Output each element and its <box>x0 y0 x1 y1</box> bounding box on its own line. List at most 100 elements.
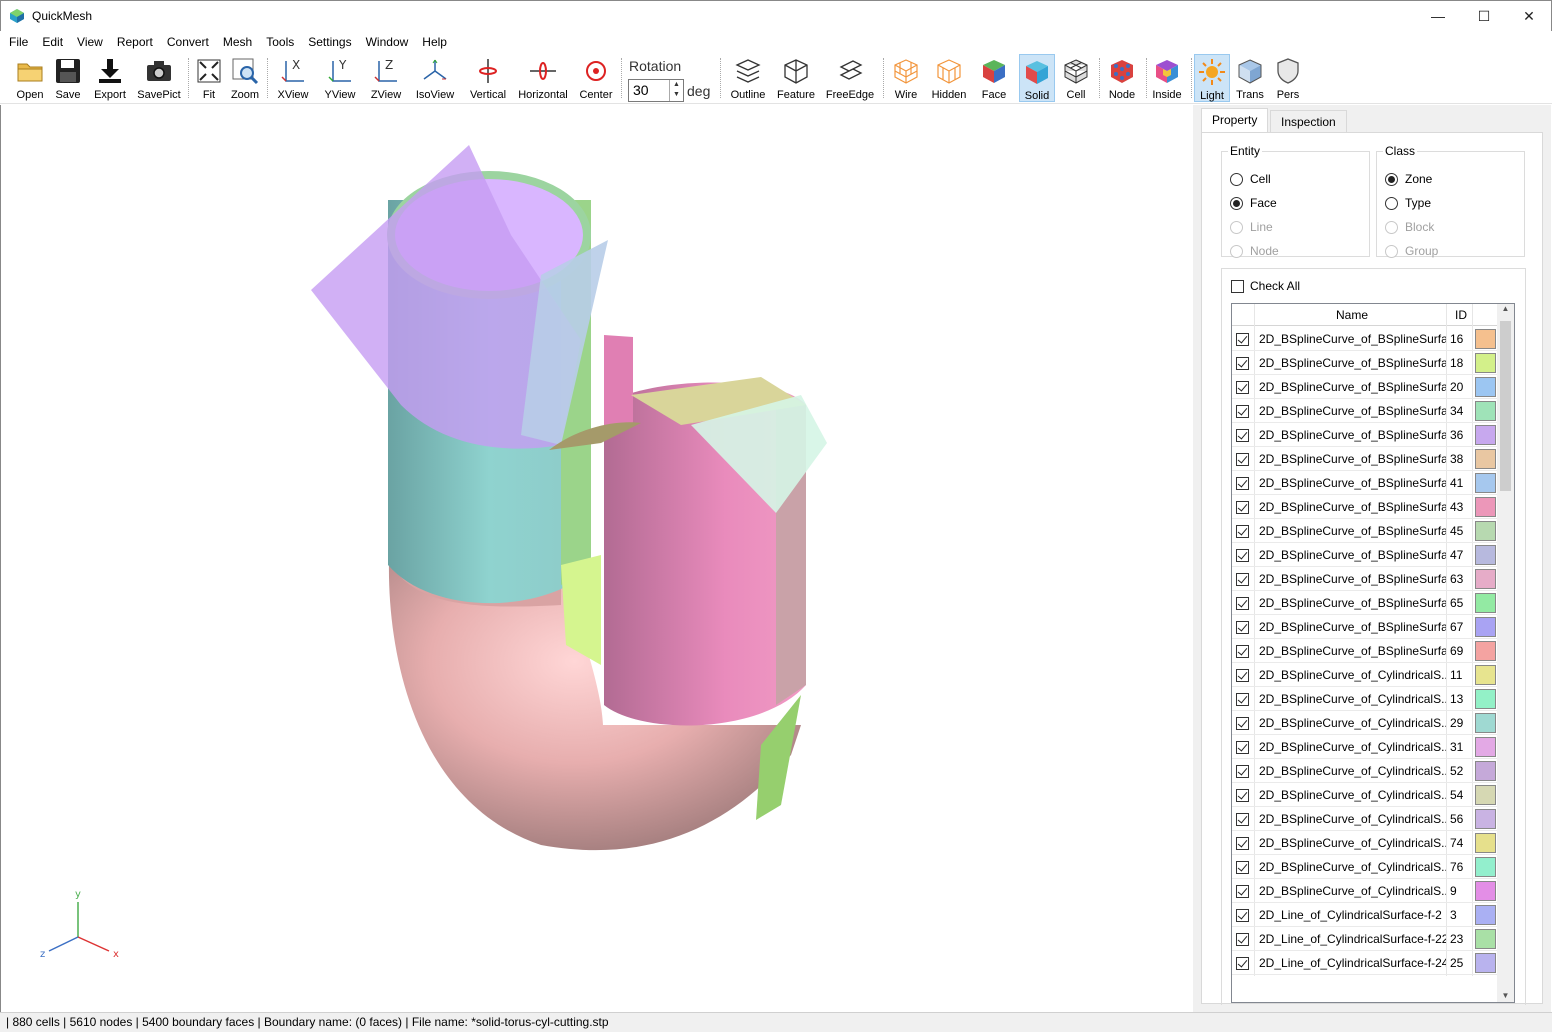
table-row[interactable]: 2D_BSplineCurve_of_CylindricalS... 56 <box>1232 807 1498 831</box>
table-row[interactable]: 2D_BSplineCurve_of_BSplineSurfa... 69 <box>1232 639 1498 663</box>
column-id-header[interactable]: ID <box>1455 308 1467 322</box>
table-row[interactable]: 2D_BSplineCurve_of_BSplineSurfa... 41 <box>1232 471 1498 495</box>
row-color-swatch[interactable] <box>1475 449 1496 469</box>
rotation-input[interactable]: 30 ▲ ▼ <box>628 79 684 102</box>
savepict-button[interactable]: SavePict <box>136 54 182 102</box>
row-color-swatch[interactable] <box>1475 617 1496 637</box>
row-checkbox[interactable] <box>1236 669 1249 682</box>
row-checkbox[interactable] <box>1236 453 1249 466</box>
row-color-swatch[interactable] <box>1475 713 1496 733</box>
row-color-swatch[interactable] <box>1475 497 1496 517</box>
radio-button[interactable] <box>1230 196 1243 210</box>
row-color-swatch[interactable] <box>1475 953 1496 973</box>
table-row[interactable]: 2D_Line_of_CylindricalSurface-f-24 25 <box>1232 951 1498 975</box>
row-color-swatch[interactable] <box>1475 545 1496 565</box>
table-row[interactable]: 2D_BSplineCurve_of_BSplineSurfa... 45 <box>1232 519 1498 543</box>
outline-button[interactable]: Outline <box>728 54 768 102</box>
row-color-swatch[interactable] <box>1475 833 1496 853</box>
row-checkbox[interactable] <box>1236 885 1249 898</box>
scroll-down-icon[interactable]: ▼ <box>1497 991 1514 1000</box>
row-checkbox[interactable] <box>1236 621 1249 634</box>
row-checkbox[interactable] <box>1236 957 1249 970</box>
yview-button[interactable]: Y YView <box>321 54 359 102</box>
row-checkbox[interactable] <box>1236 381 1249 394</box>
row-checkbox[interactable] <box>1236 909 1249 922</box>
hidden-button[interactable]: Hidden <box>929 54 969 102</box>
row-color-swatch[interactable] <box>1475 569 1496 589</box>
menu-settings[interactable]: Settings <box>301 32 358 52</box>
horizontal-button[interactable]: Horizontal <box>515 54 571 102</box>
solid-button[interactable]: Solid <box>1019 54 1055 102</box>
scroll-up-icon[interactable]: ▲ <box>1497 304 1514 318</box>
wire-button[interactable]: Wire <box>889 54 923 102</box>
row-checkbox[interactable] <box>1236 861 1249 874</box>
maximize-button[interactable]: ☐ <box>1461 1 1507 31</box>
close-button[interactable]: ✕ <box>1506 1 1552 31</box>
table-row[interactable]: 2D_Line_of_CylindricalSurface-f-2 3 <box>1232 903 1498 927</box>
menu-view[interactable]: View <box>70 32 110 52</box>
row-checkbox[interactable] <box>1236 837 1249 850</box>
table-row[interactable]: 2D_BSplineCurve_of_BSplineSurfa... 63 <box>1232 567 1498 591</box>
zview-button[interactable]: Z ZView <box>367 54 405 102</box>
row-checkbox[interactable] <box>1236 789 1249 802</box>
node-button[interactable]: Node <box>1104 54 1140 102</box>
entity-radio-cell[interactable]: Cell <box>1230 172 1271 186</box>
row-checkbox[interactable] <box>1236 597 1249 610</box>
table-row[interactable]: 2D_BSplineCurve_of_BSplineSurfa... 16 <box>1232 327 1498 351</box>
row-color-swatch[interactable] <box>1475 665 1496 685</box>
trans-button[interactable]: Trans <box>1234 54 1266 102</box>
row-checkbox[interactable] <box>1236 741 1249 754</box>
row-checkbox[interactable] <box>1236 813 1249 826</box>
table-row[interactable]: 2D_BSplineCurve_of_CylindricalS... 52 <box>1232 759 1498 783</box>
tab-property[interactable]: Property <box>1201 108 1269 133</box>
table-row[interactable]: 2D_BSplineCurve_of_CylindricalS... 9 <box>1232 879 1498 903</box>
vertical-button[interactable]: Vertical <box>466 54 510 102</box>
row-color-swatch[interactable] <box>1475 929 1496 949</box>
3d-viewport[interactable]: y x z <box>0 105 1192 1012</box>
table-row[interactable]: 2D_BSplineCurve_of_CylindricalS... 11 <box>1232 663 1498 687</box>
radio-button[interactable] <box>1230 172 1243 186</box>
row-checkbox[interactable] <box>1236 693 1249 706</box>
row-color-swatch[interactable] <box>1475 641 1496 661</box>
table-row[interactable]: 2D_BSplineCurve_of_BSplineSurfa... 18 <box>1232 351 1498 375</box>
menu-convert[interactable]: Convert <box>160 32 216 52</box>
row-color-swatch[interactable] <box>1475 353 1496 373</box>
zoom-button[interactable]: Zoom <box>229 54 261 102</box>
class-radio-type[interactable]: Type <box>1385 196 1431 210</box>
row-checkbox[interactable] <box>1236 429 1249 442</box>
row-checkbox[interactable] <box>1236 573 1249 586</box>
table-row[interactable]: 2D_BSplineCurve_of_BSplineSurfa... 65 <box>1232 591 1498 615</box>
row-checkbox[interactable] <box>1236 717 1249 730</box>
column-name-header[interactable]: Name <box>1336 308 1368 322</box>
row-color-swatch[interactable] <box>1475 809 1496 829</box>
row-checkbox[interactable] <box>1236 765 1249 778</box>
row-color-swatch[interactable] <box>1475 593 1496 613</box>
table-row[interactable]: 2D_BSplineCurve_of_BSplineSurfa... 47 <box>1232 543 1498 567</box>
scrollbar-thumb[interactable] <box>1500 321 1511 491</box>
xview-button[interactable]: X XView <box>274 54 312 102</box>
feature-button[interactable]: Feature <box>774 54 818 102</box>
class-radio-zone[interactable]: Zone <box>1385 172 1432 186</box>
row-color-swatch[interactable] <box>1475 329 1496 349</box>
radio-button[interactable] <box>1385 196 1398 210</box>
light-button[interactable]: Light <box>1194 54 1230 102</box>
check-all-checkbox[interactable]: Check All <box>1231 279 1300 293</box>
row-color-swatch[interactable] <box>1475 689 1496 709</box>
table-row[interactable]: 2D_BSplineCurve_of_BSplineSurfa... 20 <box>1232 375 1498 399</box>
check-all-box[interactable] <box>1231 279 1244 293</box>
table-row[interactable]: 2D_BSplineCurve_of_CylindricalS... 76 <box>1232 855 1498 879</box>
isoview-button[interactable]: IsoView <box>413 54 457 102</box>
save-button[interactable]: Save <box>50 54 86 102</box>
rotation-spinner[interactable]: ▲ ▼ <box>669 80 683 101</box>
row-color-swatch[interactable] <box>1475 881 1496 901</box>
vertical-scrollbar[interactable]: ▲ ▼ <box>1497 304 1514 1002</box>
row-color-swatch[interactable] <box>1475 737 1496 757</box>
table-row[interactable]: 2D_Line_of_CylindricalSurface-f-22 23 <box>1232 927 1498 951</box>
menu-report[interactable]: Report <box>110 32 160 52</box>
table-row[interactable]: 2D_BSplineCurve_of_BSplineSurfa... 36 <box>1232 423 1498 447</box>
menu-tools[interactable]: Tools <box>259 32 301 52</box>
mesh-render[interactable]: y x z <box>1 105 1193 1012</box>
row-color-swatch[interactable] <box>1475 761 1496 781</box>
menu-window[interactable]: Window <box>359 32 416 52</box>
table-row[interactable]: 2D_BSplineCurve_of_BSplineSurfa... 34 <box>1232 399 1498 423</box>
